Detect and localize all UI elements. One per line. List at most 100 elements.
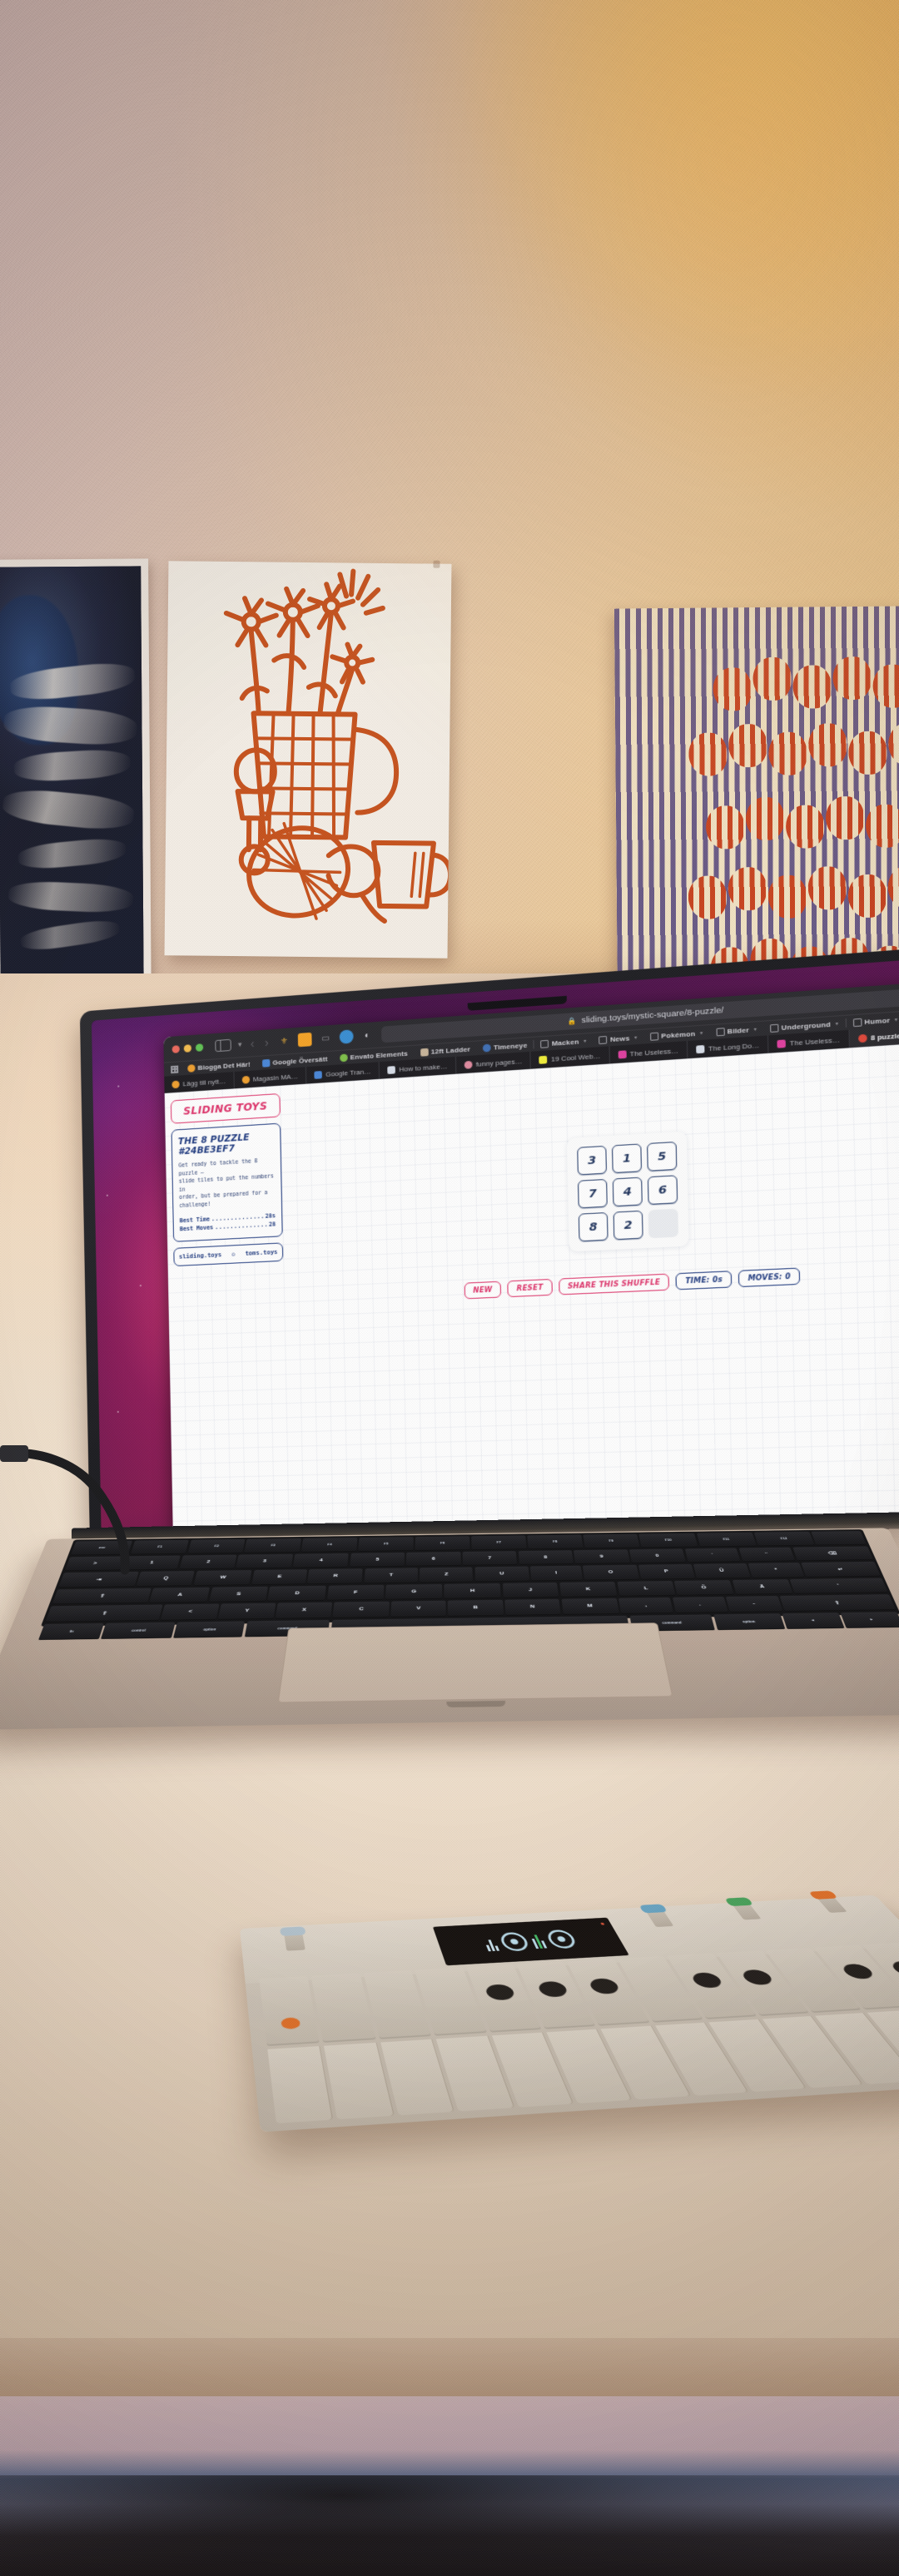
synth-pad[interactable]	[259, 1975, 320, 2047]
bookmark-folder[interactable]: Bilder ▾	[709, 1024, 763, 1036]
bookmark-folder[interactable]: Macken ▾	[534, 1037, 593, 1048]
synth-key[interactable]	[267, 2046, 334, 2124]
key-option-right[interactable]: option	[713, 1612, 786, 1631]
zoom-window-button[interactable]	[195, 1043, 204, 1052]
minimize-window-button[interactable]	[183, 1043, 192, 1053]
bookmark-folder[interactable]: Pokémon ▾	[643, 1028, 709, 1041]
key[interactable]: O	[583, 1564, 639, 1581]
puzzle-tile[interactable]: 4	[612, 1177, 643, 1207]
speech-bubble-icon[interactable]: ▭	[319, 1031, 333, 1046]
key[interactable]: Ö	[673, 1579, 735, 1596]
brand-banner[interactable]: SLIDING TOYS	[170, 1092, 281, 1124]
key[interactable]: D	[267, 1585, 327, 1602]
key[interactable]: F5	[358, 1537, 414, 1552]
key-return[interactable]: ↵	[801, 1561, 881, 1578]
key-shift-right[interactable]: ⇧	[779, 1594, 896, 1612]
close-window-button[interactable]	[171, 1044, 180, 1053]
key[interactable]: F10	[638, 1533, 698, 1548]
key[interactable]: T	[364, 1568, 419, 1583]
contrast-icon[interactable]: ◐	[360, 1028, 375, 1043]
puzzle-tile[interactable]: 3	[577, 1145, 608, 1176]
key[interactable]: P	[638, 1563, 695, 1580]
key[interactable]: 7	[462, 1550, 518, 1566]
chevron-down-icon[interactable]: ▾	[238, 1039, 242, 1048]
new-button[interactable]: NEW	[464, 1281, 502, 1300]
key[interactable]: U	[474, 1566, 530, 1583]
puzzle-tile[interactable]: 7	[577, 1178, 608, 1209]
key[interactable]: F11	[696, 1532, 757, 1548]
key[interactable]: I	[529, 1565, 584, 1582]
key[interactable]: <	[161, 1603, 220, 1621]
bookmark-item[interactable]: Timeneye	[476, 1041, 534, 1053]
key[interactable]: F6	[415, 1536, 470, 1551]
footer-link-toms-toys[interactable]: toms.toys	[245, 1249, 277, 1257]
key[interactable]: J	[502, 1582, 559, 1598]
key[interactable]: K	[559, 1581, 618, 1598]
globe-extension-icon[interactable]	[339, 1029, 354, 1044]
key[interactable]: F7	[471, 1535, 527, 1550]
puzzle-tile[interactable]: 5	[647, 1141, 678, 1172]
puzzle-tile[interactable]: 2	[613, 1210, 643, 1241]
key[interactable]: ´	[684, 1548, 741, 1563]
key[interactable]: G	[385, 1583, 443, 1600]
key-control[interactable]: control	[101, 1622, 176, 1640]
bookmark-folder[interactable]: News ▾	[593, 1033, 643, 1044]
key-delete[interactable]: ⌫	[792, 1546, 874, 1562]
share-shuffle-button[interactable]: SHARE THIS SHUFFLE	[558, 1273, 670, 1295]
key[interactable]: 8	[518, 1549, 574, 1565]
reset-button[interactable]: RESET	[507, 1278, 553, 1298]
key[interactable]: 6	[405, 1551, 461, 1567]
key[interactable]: ,	[618, 1597, 674, 1614]
puzzle-tile[interactable]: 1	[611, 1143, 643, 1174]
key-shift-left[interactable]: ⇧	[45, 1604, 163, 1622]
back-button[interactable]: ‹	[249, 1037, 256, 1051]
sidebar-icon[interactable]	[215, 1038, 231, 1053]
window-controls[interactable]	[171, 1043, 204, 1053]
forward-button[interactable]: ›	[263, 1036, 271, 1050]
key[interactable]: M	[561, 1598, 619, 1615]
puzzle-tile[interactable]: 8	[578, 1211, 608, 1242]
key[interactable]: 5	[349, 1552, 405, 1568]
key-fn[interactable]: fn	[38, 1622, 104, 1641]
bookmark-item[interactable]: 12ft Ladder	[414, 1044, 476, 1057]
key[interactable]: 3	[236, 1553, 293, 1569]
key[interactable]: -	[725, 1595, 783, 1612]
footer-link-sliding-toys[interactable]: sliding.toys	[179, 1251, 221, 1261]
key[interactable]: *	[748, 1563, 805, 1578]
key[interactable]: W	[193, 1569, 252, 1586]
key[interactable]: F2	[187, 1538, 246, 1554]
key[interactable]: Ü	[693, 1563, 751, 1579]
key[interactable]: E	[251, 1569, 308, 1585]
key-arrow-left[interactable]: ◂	[782, 1612, 845, 1630]
puzzle-tile[interactable]: 6	[647, 1175, 678, 1206]
key[interactable]: H	[444, 1583, 502, 1599]
key[interactable]: F12	[753, 1531, 815, 1547]
key[interactable]: 4	[292, 1553, 350, 1568]
orange-extension-icon[interactable]	[297, 1032, 312, 1048]
key[interactable]: A	[149, 1587, 211, 1603]
key[interactable]: ¨	[738, 1547, 796, 1563]
puzzle-empty-slot[interactable]	[648, 1208, 679, 1239]
bookmarks-grid-icon[interactable]	[171, 1065, 179, 1073]
key[interactable]: '	[789, 1578, 888, 1594]
synth-knob-gray[interactable]	[279, 1926, 309, 1951]
shield-icon[interactable]: ⚜	[277, 1034, 291, 1048]
key[interactable]: X	[275, 1602, 333, 1619]
key[interactable]: S	[208, 1586, 269, 1603]
key[interactable]: V	[390, 1600, 446, 1617]
key[interactable]: F4	[301, 1537, 358, 1553]
key-option-left[interactable]: option	[173, 1621, 246, 1638]
trackpad[interactable]	[277, 1622, 673, 1703]
key[interactable]: C	[332, 1601, 390, 1618]
key[interactable]: Ä	[732, 1578, 793, 1595]
key[interactable]	[811, 1530, 867, 1546]
key[interactable]: F	[326, 1584, 385, 1601]
key-arrow-right[interactable]: ▸	[840, 1611, 899, 1629]
key[interactable]: 0	[628, 1548, 687, 1564]
bookmark-folder[interactable]: Humor ▾	[846, 1015, 899, 1028]
key[interactable]: 2	[179, 1554, 237, 1570]
key[interactable]: 9	[574, 1548, 630, 1564]
key[interactable]: F8	[527, 1534, 584, 1549]
key[interactable]: R	[307, 1568, 364, 1584]
puzzle-board[interactable]: 3 1 5 7 4 6 8 2	[566, 1131, 689, 1252]
